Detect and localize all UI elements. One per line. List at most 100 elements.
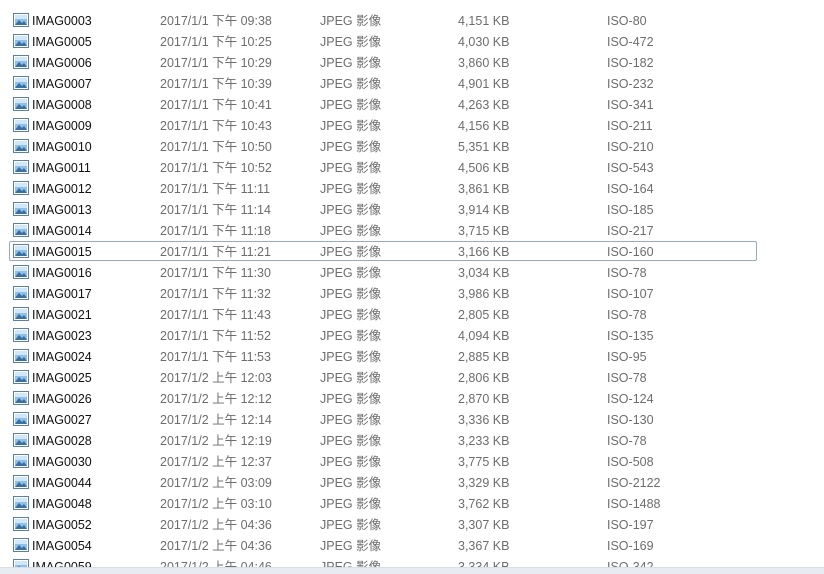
file-date: 2017/1/1 下午 10:41 bbox=[160, 98, 272, 112]
file-size: 3,715 KB bbox=[458, 224, 510, 238]
file-row[interactable]: IMAG0005 2017/1/1 下午 10:25 JPEG 影像 4,030 KB… bbox=[9, 31, 757, 51]
file-size: 3,367 KB bbox=[458, 539, 510, 553]
file-row[interactable]: IMAG0052 2017/1/2 上午 04:36 JPEG 影像 3,307 KB… bbox=[9, 514, 757, 534]
jpeg-image-file-icon bbox=[13, 370, 29, 384]
file-row[interactable]: IMAG0008 2017/1/1 下午 10:41 JPEG 影像 4,263 KB… bbox=[9, 94, 757, 114]
file-type: JPEG 影像 bbox=[320, 560, 382, 567]
file-row[interactable]: IMAG0006 2017/1/1 下午 10:29 JPEG 影像 3,860 KB… bbox=[9, 52, 757, 72]
file-type: JPEG 影像 bbox=[320, 98, 382, 112]
file-type: JPEG 影像 bbox=[320, 371, 382, 385]
jpeg-image-file-icon bbox=[13, 181, 29, 195]
file-name: IMAG0015 bbox=[32, 245, 92, 259]
file-row[interactable]: IMAG0048 2017/1/2 上午 03:10 JPEG 影像 3,762 KB… bbox=[9, 493, 757, 513]
file-row[interactable]: IMAG0026 2017/1/2 上午 12:12 JPEG 影像 2,870 KB… bbox=[9, 388, 757, 408]
file-size: 3,307 KB bbox=[458, 518, 510, 532]
file-date: 2017/1/2 上午 12:03 bbox=[160, 371, 272, 385]
file-date: 2017/1/1 下午 09:38 bbox=[160, 14, 272, 28]
file-row[interactable]: IMAG0013 2017/1/1 下午 11:14 JPEG 影像 3,914 KB… bbox=[9, 199, 757, 219]
file-name: IMAG0024 bbox=[32, 350, 92, 364]
file-date: 2017/1/1 下午 11:32 bbox=[160, 287, 271, 301]
file-iso: ISO-217 bbox=[607, 224, 654, 238]
file-type: JPEG 影像 bbox=[320, 56, 382, 70]
file-name: IMAG0030 bbox=[32, 455, 92, 469]
file-row[interactable]: IMAG0024 2017/1/1 下午 11:53 JPEG 影像 2,885 KB… bbox=[9, 346, 757, 366]
file-type: JPEG 影像 bbox=[320, 476, 382, 490]
file-row[interactable]: IMAG0009 2017/1/1 下午 10:43 JPEG 影像 4,156 KB… bbox=[9, 115, 757, 135]
jpeg-image-file-icon bbox=[13, 496, 29, 510]
file-name: IMAG0014 bbox=[32, 224, 92, 238]
file-date: 2017/1/2 上午 12:12 bbox=[160, 392, 272, 406]
horizontal-scrollbar[interactable] bbox=[0, 567, 824, 574]
file-type: JPEG 影像 bbox=[320, 392, 382, 406]
file-size: 3,914 KB bbox=[458, 203, 510, 217]
file-row[interactable]: IMAG0003 2017/1/1 下午 09:38 JPEG 影像 4,151 KB… bbox=[9, 10, 757, 30]
file-iso: ISO-210 bbox=[607, 140, 654, 154]
file-type: JPEG 影像 bbox=[320, 245, 382, 259]
file-row[interactable]: IMAG0021 2017/1/1 下午 11:43 JPEG 影像 2,805 KB… bbox=[9, 304, 757, 324]
file-iso: ISO-2122 bbox=[607, 476, 661, 490]
file-row[interactable]: IMAG0014 2017/1/1 下午 11:18 JPEG 影像 3,715 KB… bbox=[9, 220, 757, 240]
file-type: JPEG 影像 bbox=[320, 497, 382, 511]
file-size: 4,094 KB bbox=[458, 329, 510, 343]
file-type: JPEG 影像 bbox=[320, 119, 382, 133]
file-size: 3,986 KB bbox=[458, 287, 510, 301]
file-row[interactable]: IMAG0054 2017/1/2 上午 04:36 JPEG 影像 3,367 KB… bbox=[9, 535, 757, 555]
jpeg-image-file-icon bbox=[13, 76, 29, 90]
file-date: 2017/1/2 上午 04:36 bbox=[160, 539, 272, 553]
file-size: 3,336 KB bbox=[458, 413, 510, 427]
file-row[interactable]: IMAG0028 2017/1/2 上午 12:19 JPEG 影像 3,233 KB… bbox=[9, 430, 757, 450]
jpeg-image-file-icon bbox=[13, 433, 29, 447]
jpeg-image-file-icon bbox=[13, 307, 29, 321]
file-date: 2017/1/1 下午 10:29 bbox=[160, 56, 272, 70]
file-size: 3,334 KB bbox=[458, 560, 510, 567]
file-size: 2,805 KB bbox=[458, 308, 510, 322]
file-iso: ISO-182 bbox=[607, 56, 654, 70]
file-date: 2017/1/2 上午 03:10 bbox=[160, 497, 272, 511]
file-date: 2017/1/2 上午 03:09 bbox=[160, 476, 272, 490]
file-size: 3,775 KB bbox=[458, 455, 510, 469]
jpeg-image-file-icon bbox=[13, 475, 29, 489]
file-iso: ISO-78 bbox=[607, 371, 647, 385]
file-iso: ISO-164 bbox=[607, 182, 654, 196]
file-row[interactable]: IMAG0011 2017/1/1 下午 10:52 JPEG 影像 4,506 KB… bbox=[9, 157, 757, 177]
file-type: JPEG 影像 bbox=[320, 182, 382, 196]
file-row[interactable]: IMAG0017 2017/1/1 下午 11:32 JPEG 影像 3,986 KB… bbox=[9, 283, 757, 303]
file-row[interactable]: IMAG0010 2017/1/1 下午 10:50 JPEG 影像 5,351 KB… bbox=[9, 136, 757, 156]
jpeg-image-file-icon bbox=[13, 412, 29, 426]
file-iso: ISO-169 bbox=[607, 539, 654, 553]
jpeg-image-file-icon bbox=[13, 454, 29, 468]
file-name: IMAG0011 bbox=[32, 161, 91, 175]
file-row[interactable]: IMAG0059 2017/1/2 上午 04:46 JPEG 影像 3,334 KB… bbox=[9, 556, 757, 567]
file-iso: ISO-211 bbox=[607, 119, 653, 133]
file-row[interactable]: IMAG0030 2017/1/2 上午 12:37 JPEG 影像 3,775 KB… bbox=[9, 451, 757, 471]
file-row[interactable]: IMAG0023 2017/1/1 下午 11:52 JPEG 影像 4,094 KB… bbox=[9, 325, 757, 345]
file-iso: ISO-78 bbox=[607, 434, 647, 448]
file-size: 4,156 KB bbox=[458, 119, 510, 133]
file-row[interactable]: IMAG0012 2017/1/1 下午 11:11 JPEG 影像 3,861 KB… bbox=[9, 178, 757, 198]
file-date: 2017/1/1 下午 10:43 bbox=[160, 119, 272, 133]
file-name: IMAG0048 bbox=[32, 497, 92, 511]
file-iso: ISO-341 bbox=[607, 98, 654, 112]
file-row[interactable]: IMAG0016 2017/1/1 下午 11:30 JPEG 影像 3,034 KB… bbox=[9, 262, 757, 282]
file-size: 3,762 KB bbox=[458, 497, 510, 511]
file-row[interactable]: IMAG0015 2017/1/1 下午 11:21 JPEG 影像 3,166 KB… bbox=[9, 241, 757, 261]
file-date: 2017/1/1 下午 10:50 bbox=[160, 140, 272, 154]
file-iso: ISO-197 bbox=[607, 518, 654, 532]
file-row[interactable]: IMAG0027 2017/1/2 上午 12:14 JPEG 影像 3,336 KB… bbox=[9, 409, 757, 429]
file-name: IMAG0010 bbox=[32, 140, 92, 154]
file-row[interactable]: IMAG0007 2017/1/1 下午 10:39 JPEG 影像 4,901 KB… bbox=[9, 73, 757, 93]
file-size: 4,151 KB bbox=[458, 14, 510, 28]
file-size: 5,351 KB bbox=[458, 140, 510, 154]
file-name: IMAG0025 bbox=[32, 371, 92, 385]
file-type: JPEG 影像 bbox=[320, 266, 382, 280]
file-row[interactable]: IMAG0044 2017/1/2 上午 03:09 JPEG 影像 3,329 KB… bbox=[9, 472, 757, 492]
file-name: IMAG0006 bbox=[32, 56, 92, 70]
file-type: JPEG 影像 bbox=[320, 329, 382, 343]
file-iso: ISO-232 bbox=[607, 77, 654, 91]
file-date: 2017/1/1 下午 10:39 bbox=[160, 77, 272, 91]
file-name: IMAG0023 bbox=[32, 329, 92, 343]
file-row[interactable]: IMAG0025 2017/1/2 上午 12:03 JPEG 影像 2,806 KB… bbox=[9, 367, 757, 387]
file-iso: ISO-185 bbox=[607, 203, 654, 217]
jpeg-image-file-icon bbox=[13, 391, 29, 405]
file-iso: ISO-124 bbox=[607, 392, 654, 406]
